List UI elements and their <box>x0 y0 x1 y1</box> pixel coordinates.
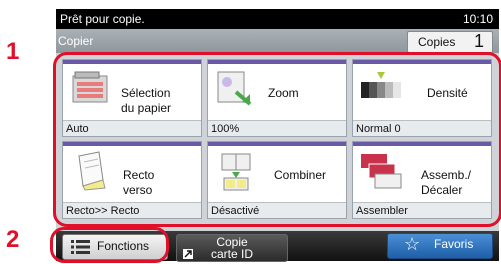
status-message: Prêt pour copie. <box>60 12 145 26</box>
copies-button[interactable]: Copies 1 <box>407 31 493 53</box>
shortcut-arrow-icon <box>183 249 193 259</box>
copies-label: Copies <box>418 35 456 49</box>
highlight-ring-functions <box>50 227 169 263</box>
favorites-button[interactable]: ☆ Favoris <box>387 233 493 259</box>
star-icon: ☆ <box>404 234 421 254</box>
highlight-ring-grid <box>53 52 501 227</box>
id-card-copy-label-line2: carte ID <box>210 247 253 261</box>
id-card-copy-button[interactable]: Copie carte ID <box>176 234 288 262</box>
status-bar: Prêt pour copie. 10:10 <box>56 9 499 29</box>
title-bar: Copier Copies 1 <box>56 29 499 53</box>
favorites-label: Favoris <box>434 237 474 251</box>
copies-count: 1 <box>473 31 484 51</box>
callout-1: 1 <box>6 38 20 65</box>
page-title: Copier <box>58 34 94 48</box>
status-time: 10:10 <box>462 12 493 26</box>
callout-2: 2 <box>6 226 20 253</box>
